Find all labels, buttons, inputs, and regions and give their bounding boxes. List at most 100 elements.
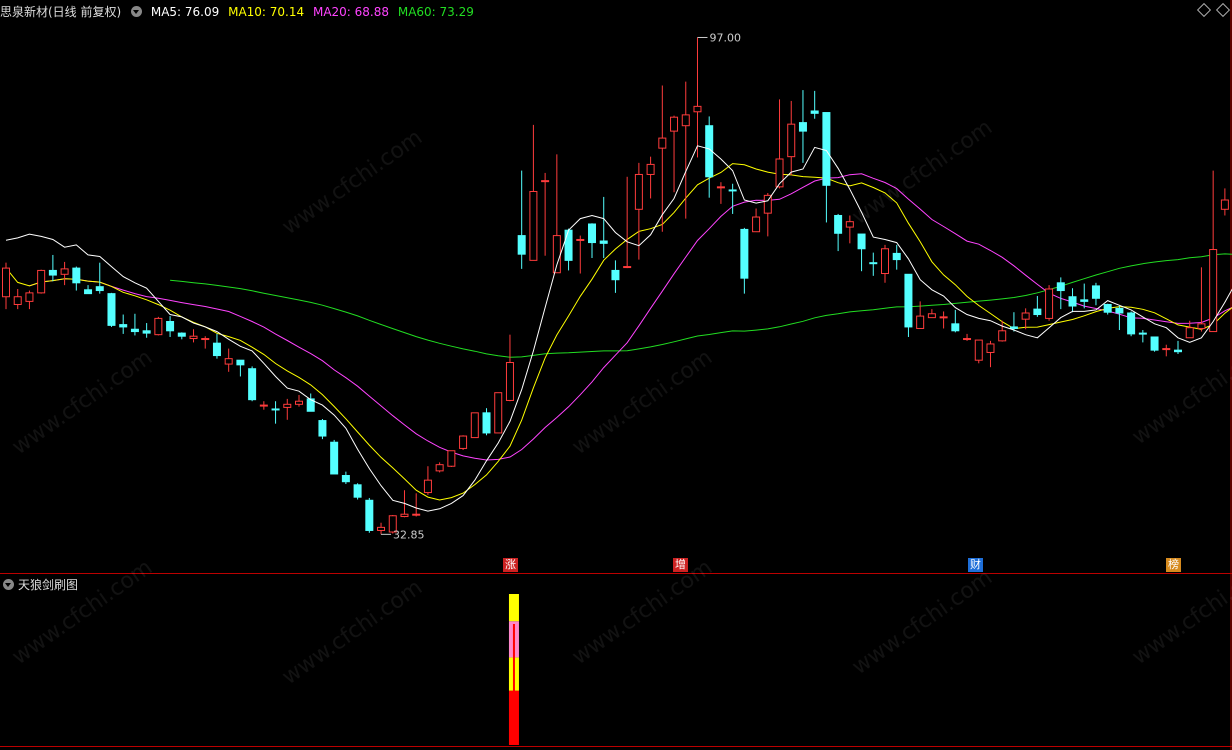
candle-body bbox=[494, 392, 503, 434]
candle-body bbox=[1209, 249, 1218, 333]
candle-body bbox=[107, 293, 116, 326]
chart-background bbox=[0, 0, 1232, 750]
candle-body bbox=[166, 321, 175, 332]
candle-body bbox=[552, 235, 561, 274]
candle-body bbox=[728, 189, 737, 192]
candle-body bbox=[787, 123, 796, 158]
candle-body bbox=[271, 408, 280, 411]
candle-body bbox=[716, 186, 725, 189]
candle-body bbox=[154, 317, 163, 336]
chart-header: 思泉新材(日线 前复权) MA5: 76.09 MA10: 70.14 MA20… bbox=[0, 3, 479, 21]
candle-body bbox=[248, 368, 257, 401]
candle-body bbox=[681, 114, 690, 127]
candle-body bbox=[435, 464, 444, 472]
stock-title[interactable]: 思泉新材(日线 前复权) bbox=[0, 5, 121, 19]
candle-body bbox=[611, 269, 620, 281]
dropdown-icon[interactable] bbox=[131, 6, 143, 17]
candle-body bbox=[1174, 349, 1182, 353]
candle-body bbox=[576, 238, 585, 241]
ma5-value: MA5: 76.09 bbox=[150, 5, 220, 19]
candle-body bbox=[1150, 336, 1159, 351]
candle-body bbox=[48, 269, 57, 276]
ma20-value: MA20: 68.88 bbox=[312, 5, 390, 19]
candle-body bbox=[693, 105, 702, 113]
candle-body bbox=[834, 214, 843, 234]
low-price-label: 32.85 bbox=[393, 528, 425, 541]
candle-body bbox=[810, 110, 819, 114]
candle-body bbox=[1009, 326, 1018, 329]
candle-body bbox=[541, 180, 550, 183]
candle-body bbox=[318, 420, 327, 437]
candle-body bbox=[1197, 323, 1206, 329]
candle-body bbox=[951, 323, 960, 332]
candle-body bbox=[459, 435, 468, 449]
candle-body bbox=[412, 513, 421, 516]
candle-body bbox=[752, 216, 761, 233]
candle-body bbox=[1056, 282, 1065, 292]
indicator-bars bbox=[508, 594, 519, 745]
indicator-bar-segment bbox=[508, 594, 519, 622]
candle-body bbox=[330, 441, 339, 475]
candle-body bbox=[939, 316, 948, 319]
candle-body bbox=[201, 338, 210, 341]
ma60-value: MA60: 73.29 bbox=[397, 5, 474, 19]
candle-body bbox=[588, 223, 596, 244]
candle-body bbox=[13, 296, 22, 305]
candle-body bbox=[1068, 296, 1077, 307]
candle-body bbox=[60, 268, 69, 275]
candle-body bbox=[236, 359, 245, 366]
candle-body bbox=[517, 235, 526, 255]
candle-body bbox=[916, 315, 925, 329]
candle-body bbox=[646, 163, 655, 175]
candle-body bbox=[283, 403, 292, 408]
candle-body bbox=[1162, 348, 1171, 351]
candle-body bbox=[377, 526, 386, 531]
candle-body bbox=[177, 332, 186, 337]
event-badge-zhang[interactable]: 涨 bbox=[503, 558, 518, 572]
candle-body bbox=[142, 330, 151, 334]
candle-body bbox=[341, 475, 350, 483]
candle-body bbox=[1091, 285, 1100, 299]
candle-body bbox=[529, 190, 538, 261]
candle-body bbox=[845, 221, 854, 228]
candle-body bbox=[1115, 307, 1124, 314]
candle-body bbox=[775, 158, 784, 188]
event-badge-bang[interactable]: 榜 bbox=[1166, 558, 1181, 572]
candle-body bbox=[1185, 327, 1194, 339]
indicator-header: 天狼剑刷图 bbox=[0, 576, 78, 593]
candle-body bbox=[927, 313, 936, 319]
candle-body bbox=[998, 330, 1007, 342]
candle-body bbox=[1045, 288, 1054, 319]
candle-body bbox=[822, 112, 831, 186]
candle-body bbox=[869, 262, 878, 265]
candle-body bbox=[224, 358, 233, 365]
candle-body bbox=[564, 229, 573, 261]
event-badge-cai[interactable]: 财 bbox=[968, 558, 983, 572]
candle-body bbox=[634, 173, 643, 210]
candle-body bbox=[1220, 199, 1229, 210]
dropdown-icon[interactable] bbox=[3, 579, 14, 590]
event-badge-zeng[interactable]: 增 bbox=[673, 558, 688, 572]
candle-body bbox=[95, 286, 104, 292]
candle-body bbox=[623, 266, 632, 269]
candle-body bbox=[1138, 332, 1147, 335]
candle-body bbox=[1033, 308, 1042, 316]
candle-body bbox=[904, 273, 913, 328]
candle-body bbox=[423, 479, 432, 494]
candle-body bbox=[505, 362, 514, 401]
candle-body bbox=[1127, 312, 1136, 335]
candlestick-chart[interactable]: 97.00 32.85 bbox=[0, 0, 1232, 750]
candle-body bbox=[1021, 312, 1030, 320]
candle-body bbox=[447, 450, 456, 467]
candle-body bbox=[1103, 303, 1112, 313]
indicator-title[interactable]: 天狼剑刷图 bbox=[18, 578, 78, 592]
candle-body bbox=[1080, 299, 1089, 302]
indicator-bar-core bbox=[512, 624, 515, 745]
candle-body bbox=[857, 233, 866, 250]
candle-body bbox=[881, 248, 889, 275]
ma10-value: MA10: 70.14 bbox=[228, 5, 305, 19]
candle-body bbox=[963, 338, 972, 341]
high-price-label: 97.00 bbox=[709, 31, 741, 44]
candle-body bbox=[365, 499, 374, 531]
candle-body bbox=[974, 339, 983, 361]
